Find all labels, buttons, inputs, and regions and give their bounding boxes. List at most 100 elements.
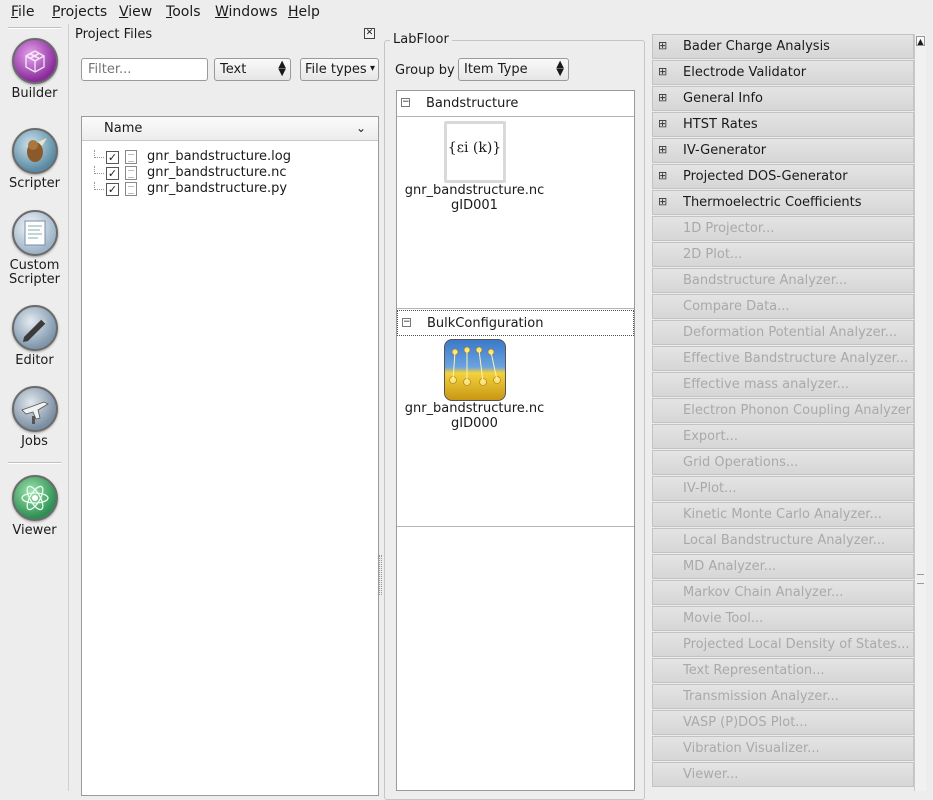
collapse-icon[interactable]: − bbox=[402, 318, 411, 327]
item-name: gnr_bandstructure.nc bbox=[404, 401, 545, 416]
file-checkbox[interactable]: ✓ bbox=[106, 151, 119, 164]
plugin-item-disabled[interactable]: Vibration Visualizer... bbox=[652, 736, 914, 761]
plugin-item[interactable]: ⊞ IV-Generator bbox=[652, 138, 914, 163]
file-checkbox[interactable]: ✓ bbox=[106, 183, 119, 196]
expand-icon[interactable]: ⊞ bbox=[658, 170, 667, 181]
expand-icon[interactable]: ⊞ bbox=[658, 92, 667, 103]
menu-windows[interactable]: Windows bbox=[215, 4, 278, 20]
plugin-item-disabled[interactable]: MD Analyzer... bbox=[652, 554, 914, 579]
type-combo-value: Text bbox=[220, 62, 247, 77]
expand-icon[interactable]: ⊞ bbox=[658, 196, 667, 207]
group-body: gnr_bandstructure.nc gID000 bbox=[397, 337, 634, 527]
type-combo[interactable]: Text ▲ ▼ bbox=[214, 58, 291, 81]
plugin-item-disabled[interactable]: Deformation Potential Analyzer... bbox=[652, 320, 914, 345]
file-types-label: File types bbox=[305, 62, 367, 77]
labfloor-item[interactable]: gnr_bandstructure.nc gID000 bbox=[397, 339, 552, 431]
group-by-label: Group by bbox=[395, 63, 455, 78]
tree-line bbox=[94, 166, 104, 174]
plugin-label: Export... bbox=[683, 429, 738, 444]
plugin-scrollbar[interactable]: ▲ bbox=[914, 34, 926, 791]
expand-icon[interactable]: ⊞ bbox=[658, 40, 667, 51]
tree-line bbox=[94, 182, 104, 190]
plugin-label: Kinetic Monte Carlo Analyzer... bbox=[683, 507, 882, 522]
file-checkbox[interactable]: ✓ bbox=[106, 167, 119, 180]
plugin-label: IV-Generator bbox=[683, 143, 767, 158]
collapse-icon[interactable]: − bbox=[401, 98, 410, 107]
plugin-item-disabled[interactable]: VASP (P)DOS Plot... bbox=[652, 710, 914, 735]
scripter-icon bbox=[11, 128, 58, 174]
labfloor-item[interactable]: {εi (k)} gnr_bandstructure.nc gID001 bbox=[397, 121, 552, 213]
filter-input[interactable] bbox=[81, 58, 208, 81]
expand-icon[interactable]: ⊞ bbox=[658, 118, 667, 129]
menu-help[interactable]: Help bbox=[288, 4, 320, 20]
close-panel-icon[interactable]: ✕ bbox=[364, 28, 375, 39]
file-tree: Name ⌄ ✓ gnr_bandstructure.log ✓ gnr_ban… bbox=[81, 116, 379, 796]
file-row[interactable]: ✓ gnr_bandstructure.py bbox=[82, 181, 378, 198]
plugin-item-disabled[interactable]: Export... bbox=[652, 424, 914, 449]
plugin-item-disabled[interactable]: Bandstructure Analyzer... bbox=[652, 268, 914, 293]
builder-tool[interactable]: Builder bbox=[0, 38, 69, 101]
file-row[interactable]: ✓ gnr_bandstructure.nc bbox=[82, 165, 378, 182]
plugin-label: Markov Chain Analyzer... bbox=[683, 585, 844, 600]
file-types-button[interactable]: File types ▾ bbox=[300, 58, 379, 81]
expand-icon[interactable]: ⊞ bbox=[658, 66, 667, 77]
group-header-bandstructure[interactable]: − Bandstructure bbox=[397, 91, 634, 117]
plugin-label: Effective Bandstructure Analyzer... bbox=[683, 351, 909, 366]
plugin-label: Thermoelectric Coefficients bbox=[683, 195, 862, 210]
menu-projects[interactable]: Projects bbox=[52, 4, 107, 20]
plugin-item-disabled[interactable]: Movie Tool... bbox=[652, 606, 914, 631]
plugin-label: IV-Plot... bbox=[683, 481, 737, 496]
menu-view[interactable]: View bbox=[119, 4, 152, 20]
scripter-tool[interactable]: Scripter bbox=[0, 128, 69, 191]
project-files-title: Project Files bbox=[75, 27, 153, 42]
plugin-item-disabled[interactable]: Text Representation... bbox=[652, 658, 914, 683]
scroll-up-icon[interactable]: ▲ bbox=[916, 36, 925, 46]
menu-bar: File Projects View Tools Windows Help bbox=[0, 0, 933, 24]
editor-tool[interactable]: Editor bbox=[0, 305, 69, 368]
spin-arrows-icon: ▲ ▼ bbox=[556, 59, 564, 78]
plugin-label: HTST Rates bbox=[683, 117, 758, 132]
group-by-combo[interactable]: Item Type ▲ ▼ bbox=[458, 58, 569, 81]
viewer-tool[interactable]: Viewer bbox=[0, 475, 69, 538]
group-name: Bandstructure bbox=[426, 96, 519, 111]
jobs-icon bbox=[11, 386, 58, 432]
scroll-grip[interactable] bbox=[917, 574, 924, 584]
plugin-item[interactable]: ⊞ Electrode Validator bbox=[652, 60, 914, 85]
editor-label: Editor bbox=[15, 353, 54, 368]
item-id: gID000 bbox=[451, 416, 498, 431]
plugin-item-disabled[interactable]: Projected Local Density of States... bbox=[652, 632, 914, 657]
toolbar-separator bbox=[8, 462, 61, 464]
splitter-handle[interactable] bbox=[379, 555, 382, 595]
plugin-item-disabled[interactable]: Effective mass analyzer... bbox=[652, 372, 914, 397]
plugin-item-disabled[interactable]: Effective Bandstructure Analyzer... bbox=[652, 346, 914, 371]
expand-icon[interactable]: ⊞ bbox=[658, 144, 667, 155]
file-tree-header[interactable]: Name ⌄ bbox=[82, 117, 378, 141]
group-header-bulkconfiguration[interactable]: − BulkConfiguration bbox=[397, 310, 634, 336]
file-row[interactable]: ✓ gnr_bandstructure.log bbox=[82, 149, 378, 166]
plugin-item[interactable]: ⊞ Projected DOS-Generator bbox=[652, 164, 914, 189]
plugin-item[interactable]: ⊞ Bader Charge Analysis bbox=[652, 34, 914, 59]
plugin-item-disabled[interactable]: Local Bandstructure Analyzer... bbox=[652, 528, 914, 553]
plugin-item-disabled[interactable]: Viewer... bbox=[652, 762, 914, 787]
plugin-item-disabled[interactable]: Grid Operations... bbox=[652, 450, 914, 475]
plugin-item-disabled[interactable]: Compare Data... bbox=[652, 294, 914, 319]
plugin-item-disabled[interactable]: Kinetic Monte Carlo Analyzer... bbox=[652, 502, 914, 527]
plugin-item-disabled[interactable]: IV-Plot... bbox=[652, 476, 914, 501]
menu-file[interactable]: File bbox=[11, 4, 34, 20]
plugin-label: Compare Data... bbox=[683, 299, 790, 314]
plugin-item-disabled[interactable]: 1D Projector... bbox=[652, 216, 914, 241]
plugin-item-disabled[interactable]: 2D Plot... bbox=[652, 242, 914, 267]
jobs-tool[interactable]: Jobs bbox=[0, 386, 69, 449]
group-by-value: Item Type bbox=[464, 62, 528, 77]
plugin-item-disabled[interactable]: Electron Phonon Coupling Analyzer... bbox=[652, 398, 914, 423]
plugin-item[interactable]: ⊞ Thermoelectric Coefficients bbox=[652, 190, 914, 215]
plugin-item[interactable]: ⊞ HTST Rates bbox=[652, 112, 914, 137]
plugin-item-disabled[interactable]: Transmission Analyzer... bbox=[652, 684, 914, 709]
plugin-item-disabled[interactable]: Markov Chain Analyzer... bbox=[652, 580, 914, 605]
chevron-down-icon[interactable]: ⌄ bbox=[356, 121, 366, 135]
custom-scripter-tool[interactable]: Custom Scripter bbox=[0, 210, 69, 287]
plugin-item[interactable]: ⊞ General Info bbox=[652, 86, 914, 111]
document-icon bbox=[125, 182, 137, 196]
plugin-label: General Info bbox=[683, 91, 763, 106]
menu-tools[interactable]: Tools bbox=[166, 4, 201, 20]
